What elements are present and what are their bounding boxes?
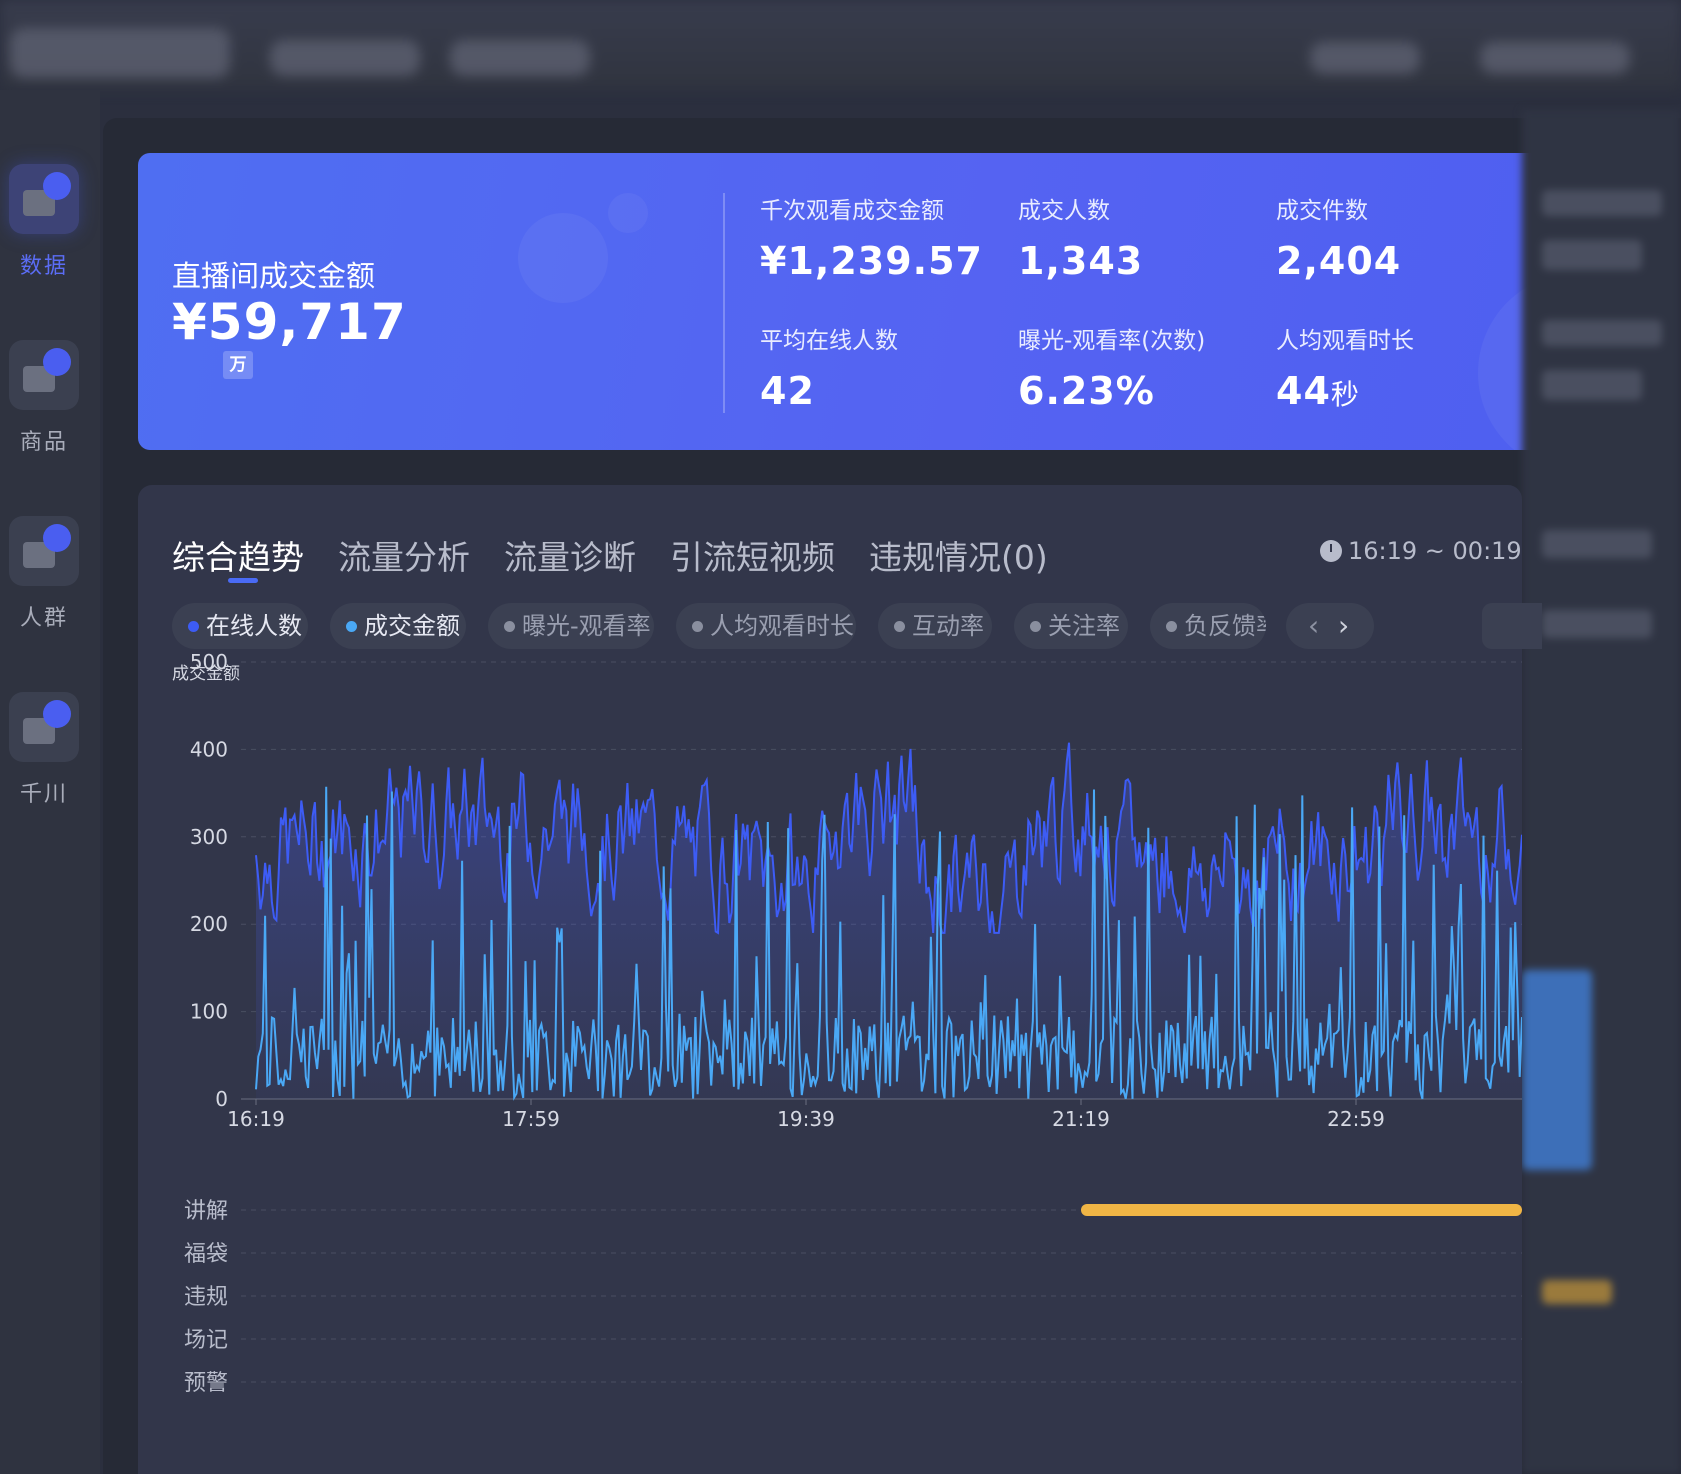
metric-value: 1,343 xyxy=(1018,239,1144,283)
sidebar: 数据 商品 人群 千川 xyxy=(0,90,100,1474)
event-row-label: 讲解 xyxy=(184,1199,228,1224)
y-tick-label: 500 xyxy=(190,650,228,674)
metric-items-sold: 成交件数 2,404 xyxy=(1276,191,1401,283)
trend-panel: 综合趋势 流量分析 流量诊断 引流短视频 违规情况(0) 16:19 ~ 00:… xyxy=(138,485,1542,1474)
x-tick-label: 22:59 xyxy=(1327,1107,1385,1131)
metric-label: 人均观看时长 xyxy=(1276,328,1414,354)
metric-label: 成交人数 xyxy=(1018,198,1110,224)
sidebar-item-qianchuan[interactable]: 千川 xyxy=(0,692,88,808)
metric-value: 6.23% xyxy=(1018,369,1155,413)
user-group-icon xyxy=(9,516,79,586)
top-navigation-bar xyxy=(0,0,1681,90)
ads-icon xyxy=(9,692,79,762)
metric-gpm: 千次观看成交金额 ¥1,239.57 xyxy=(760,191,983,283)
y-tick-label: 0 xyxy=(215,1087,228,1111)
y-tick-label: 200 xyxy=(190,912,228,936)
x-tick-label: 19:39 xyxy=(777,1107,835,1131)
metric-avg-online: 平均在线人数 42 xyxy=(760,321,898,413)
sidebar-item-label: 千川 xyxy=(19,782,68,807)
summary-card: 直播间成交金额 ¥59,717 万 千次观看成交金额 ¥1,239.57 成交人… xyxy=(138,153,1660,450)
event-row-label: 场记 xyxy=(184,1328,228,1353)
x-tick-label: 17:59 xyxy=(502,1107,560,1131)
sidebar-item-goods[interactable]: 商品 xyxy=(0,340,88,456)
metric-value: 44秒 xyxy=(1276,369,1414,413)
event-row-label: 违规 xyxy=(184,1285,228,1310)
metric-avg-watch-time: 人均观看时长 44秒 xyxy=(1276,321,1414,413)
divider xyxy=(723,193,725,413)
metric-value: 42 xyxy=(760,369,815,413)
metric-unit: 秒 xyxy=(1330,378,1360,411)
metric-number: 44 xyxy=(1276,369,1331,413)
metric-label: 成交件数 xyxy=(1276,198,1368,224)
event-row-label: 福袋 xyxy=(184,1242,228,1267)
cart-icon xyxy=(9,340,79,410)
y-tick-label: 400 xyxy=(190,737,228,761)
metric-buyers: 成交人数 1,343 xyxy=(1018,191,1143,283)
sidebar-item-label: 人群 xyxy=(19,606,68,631)
gmv-value: ¥59,717 xyxy=(172,293,407,351)
metric-value: 2,404 xyxy=(1276,239,1402,283)
event-bar-explain[interactable] xyxy=(1081,1204,1522,1216)
gmv-label: 直播间成交金额 xyxy=(172,259,376,293)
x-tick-label: 16:19 xyxy=(227,1107,285,1131)
right-side-panel xyxy=(1522,110,1681,1474)
event-row-label: 预警 xyxy=(184,1371,228,1396)
y-tick-label: 300 xyxy=(190,825,228,849)
metric-value: ¥1,239.57 xyxy=(760,239,983,283)
metric-exposure-view-rate: 曝光-观看率(次数) 6.23% xyxy=(1018,321,1205,413)
metric-label: 千次观看成交金额 xyxy=(760,198,944,224)
gmv-unit-badge: 万 xyxy=(223,351,253,379)
sidebar-item-audience[interactable]: 人群 xyxy=(0,516,88,632)
chart-icon xyxy=(9,164,79,234)
sidebar-item-data[interactable]: 数据 xyxy=(0,164,88,280)
metric-label: 曝光-观看率(次数) xyxy=(1018,328,1206,354)
metric-label: 平均在线人数 xyxy=(760,328,898,354)
sidebar-item-label: 数据 xyxy=(19,254,68,279)
y-tick-label: 100 xyxy=(190,1000,228,1024)
trend-chart: 成交金额 0100200300400500 16:19 17:59 19:39 21:… xyxy=(172,650,1522,1396)
sidebar-item-label: 商品 xyxy=(19,430,68,455)
x-tick-label: 21:19 xyxy=(1052,1107,1110,1131)
